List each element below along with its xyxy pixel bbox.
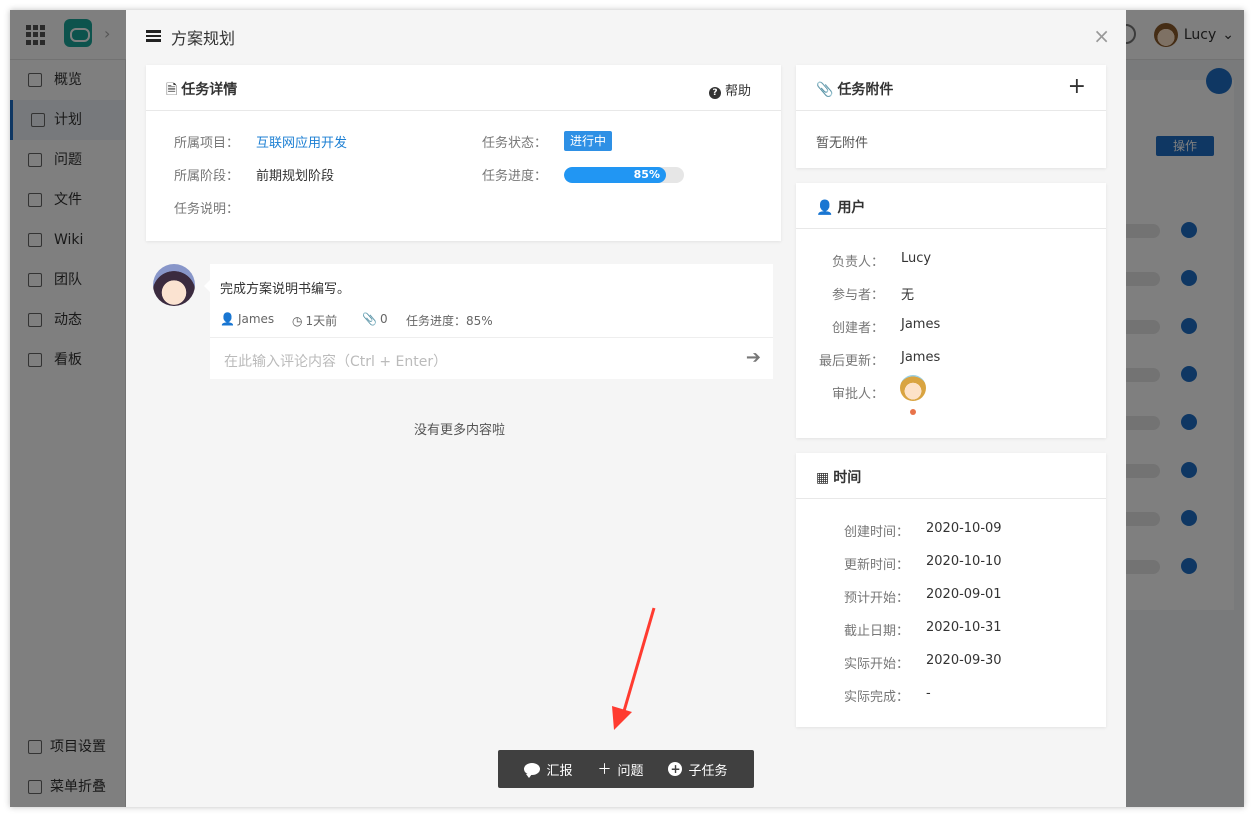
- comment-attachments[interactable]: 📎 0: [362, 312, 388, 326]
- updated-time-label: 更新时间：: [844, 558, 910, 573]
- question-icon: ?: [708, 87, 721, 99]
- deadline-label: 截止日期：: [844, 624, 910, 639]
- paperclip-icon: 📎: [816, 82, 834, 98]
- tasks-icon: [146, 30, 161, 42]
- comment-author: 👤 James: [220, 312, 274, 326]
- modal-header: 方案规划 ×: [126, 10, 1126, 62]
- comment-attachments-count: 0: [379, 312, 388, 326]
- annotation-arrow-head: [612, 706, 632, 730]
- annotation-arrow: [612, 607, 656, 730]
- user-icon: 👤: [816, 200, 834, 216]
- creator-label: 创建者：: [832, 321, 885, 336]
- comment-input[interactable]: 在此输入评论内容（Ctrl + Enter） ➔: [210, 337, 773, 379]
- actual-done-value: -: [926, 686, 931, 701]
- no-more-content: 没有更多内容啦: [414, 423, 506, 438]
- created-time-label: 创建时间：: [844, 525, 910, 540]
- comment-card: 完成方案说明书编写。 👤 James ◷ 1天前 📎 0 任务进度：85% 在此输入评…: [204, 264, 773, 379]
- user-icon: 👤: [220, 312, 235, 326]
- plan-start-value: 2020-09-01: [926, 587, 1002, 602]
- approver-label: 审批人：: [832, 387, 885, 402]
- action-bar: 汇报 ＋ 问题 + 子任务: [498, 750, 754, 788]
- progress-bar: 85%: [564, 167, 684, 183]
- plus-icon: ＋: [597, 762, 612, 778]
- task-modal: 方案规划 × 🗎 任务详情 ? 帮助 所属项目： 互联网应用开发 所属阶段： 前期规…: [126, 10, 1126, 807]
- clock-icon: ◷: [292, 314, 303, 328]
- status-label: 任务状态：: [482, 136, 548, 151]
- report-button[interactable]: 汇报: [524, 760, 573, 779]
- updater-label: 最后更新：: [819, 354, 885, 369]
- modal-title: 方案规划: [171, 29, 236, 48]
- add-attachment-button[interactable]: +: [1068, 75, 1086, 99]
- card-header: 👤 用户: [796, 183, 1106, 229]
- actual-done-label: 实际完成：: [844, 690, 910, 705]
- paperclip-icon: 📎: [362, 312, 377, 326]
- avatar[interactable]: [900, 375, 926, 401]
- comment-placeholder: 在此输入评论内容（Ctrl + Enter）: [224, 354, 448, 370]
- arrow-right-icon[interactable]: ➔: [746, 347, 761, 368]
- created-time-value: 2020-10-09: [926, 521, 1002, 536]
- owner-value: Lucy: [901, 251, 932, 266]
- card-title: ▦ 时间: [816, 467, 861, 487]
- help-label: 帮助: [724, 84, 751, 99]
- creator-value: James: [901, 317, 941, 332]
- card-title: 🗎 任务详情: [166, 79, 237, 103]
- comment-time-text: 1天前: [305, 314, 338, 328]
- report-label: 汇报: [546, 763, 573, 779]
- deadline-value: 2020-10-31: [926, 620, 1002, 635]
- stage-label: 所属阶段：: [174, 169, 240, 184]
- attachments-card: 📎 任务附件 + 暂无附件: [796, 65, 1106, 168]
- participants-label: 参与者：: [832, 288, 885, 303]
- actual-start-label: 实际开始：: [844, 657, 910, 672]
- close-icon[interactable]: ×: [1093, 26, 1110, 46]
- subtask-button[interactable]: + 子任务: [668, 760, 728, 779]
- card-title-text: 任务详情: [181, 82, 238, 98]
- plan-start-label: 预计开始：: [844, 591, 910, 606]
- subtask-label: 子任务: [688, 763, 728, 779]
- calendar-icon: ▦: [816, 470, 830, 486]
- comment-time: ◷ 1天前: [292, 312, 337, 329]
- attachments-empty: 暂无附件: [816, 136, 869, 151]
- approver-status-dot: [910, 409, 916, 415]
- participants-value: 无: [901, 288, 915, 303]
- document-icon: 🗎: [166, 82, 178, 98]
- progress-label: 任务进度：: [482, 169, 548, 184]
- status-badge: 进行中: [564, 131, 613, 151]
- comment-icon: [524, 763, 541, 778]
- actual-start-value: 2020-09-30: [926, 653, 1002, 668]
- description-label: 任务说明：: [174, 202, 240, 217]
- annotation-arrow-shaft: [620, 607, 656, 719]
- comment-author-name: James: [237, 312, 275, 326]
- card-header: 🗎 任务详情 ? 帮助: [146, 65, 781, 111]
- avatar: [153, 264, 195, 306]
- stage-value: 前期规划阶段: [256, 169, 335, 184]
- issue-button[interactable]: ＋ 问题: [597, 759, 643, 779]
- card-title: 👤 用户: [816, 197, 865, 217]
- card-title-text: 任务附件: [837, 82, 894, 98]
- progress-fill: 85%: [564, 167, 666, 183]
- project-link[interactable]: 互联网应用开发: [256, 132, 347, 151]
- users-card: 👤 用户 负责人： Lucy 参与者： 无 创建者： James 最后更新： Ja…: [796, 183, 1106, 438]
- card-header: 📎 任务附件 +: [796, 65, 1106, 111]
- card-title-text: 时间: [833, 470, 862, 486]
- card-header: ▦ 时间: [796, 453, 1106, 499]
- updater-value: James: [901, 350, 941, 365]
- comment-progress: 任务进度：85%: [406, 314, 493, 328]
- card-title-text: 用户: [837, 200, 866, 216]
- plus-circle-icon: +: [668, 762, 683, 776]
- card-title: 📎 任务附件: [816, 79, 893, 99]
- updated-time-value: 2020-10-10: [926, 554, 1002, 569]
- owner-label: 负责人：: [832, 255, 885, 270]
- project-label: 所属项目：: [174, 136, 240, 151]
- help-link[interactable]: ? 帮助: [708, 80, 751, 99]
- comment-text: 完成方案说明书编写。: [220, 282, 351, 297]
- time-card: ▦ 时间 创建时间： 2020-10-09 更新时间： 2020-10-10 预计…: [796, 453, 1106, 727]
- task-detail-card: 🗎 任务详情 ? 帮助 所属项目： 互联网应用开发 所属阶段： 前期规划阶段 任务说…: [146, 65, 781, 241]
- issue-label: 问题: [617, 763, 644, 779]
